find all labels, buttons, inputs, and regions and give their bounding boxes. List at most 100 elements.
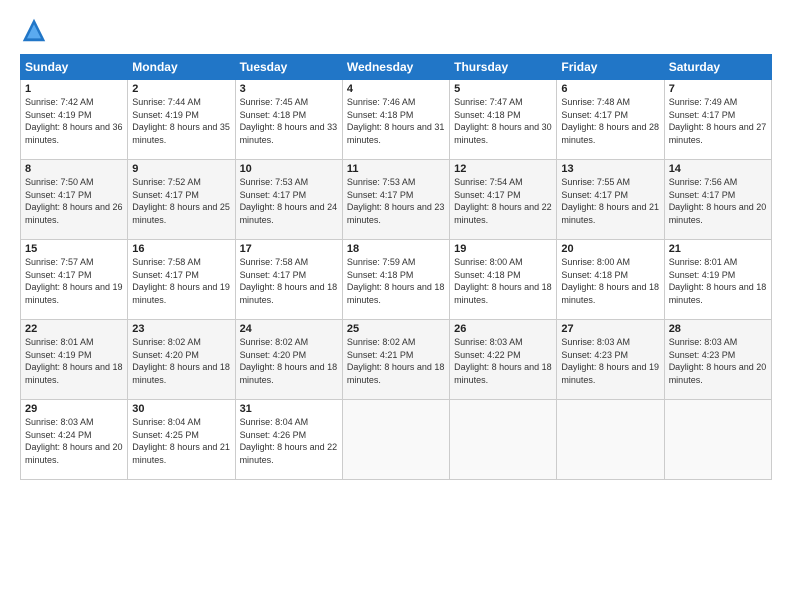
col-sunday: Sunday bbox=[21, 55, 128, 80]
daylight-text: Daylight: 8 hours and 18 minutes. bbox=[25, 362, 123, 385]
sunrise-text: Sunrise: 7:54 AM bbox=[454, 177, 523, 187]
day-number: 3 bbox=[240, 83, 338, 95]
sunrise-text: Sunrise: 8:03 AM bbox=[454, 337, 523, 347]
daylight-text: Daylight: 8 hours and 18 minutes. bbox=[454, 362, 552, 385]
sunset-text: Sunset: 4:17 PM bbox=[240, 190, 307, 200]
sunset-text: Sunset: 4:20 PM bbox=[132, 350, 199, 360]
daylight-text: Daylight: 8 hours and 27 minutes. bbox=[669, 122, 767, 145]
col-friday: Friday bbox=[557, 55, 664, 80]
sunset-text: Sunset: 4:18 PM bbox=[454, 270, 521, 280]
sunset-text: Sunset: 4:19 PM bbox=[132, 110, 199, 120]
sunset-text: Sunset: 4:17 PM bbox=[669, 110, 736, 120]
calendar-day-cell: 9Sunrise: 7:52 AMSunset: 4:17 PMDaylight… bbox=[128, 160, 235, 240]
calendar-day-cell: 7Sunrise: 7:49 AMSunset: 4:17 PMDaylight… bbox=[664, 80, 771, 160]
sunset-text: Sunset: 4:25 PM bbox=[132, 430, 199, 440]
sunset-text: Sunset: 4:18 PM bbox=[454, 110, 521, 120]
sunrise-text: Sunrise: 7:58 AM bbox=[132, 257, 201, 267]
daylight-text: Daylight: 8 hours and 28 minutes. bbox=[561, 122, 659, 145]
calendar-day-cell: 1Sunrise: 7:42 AMSunset: 4:19 PMDaylight… bbox=[21, 80, 128, 160]
sunrise-text: Sunrise: 8:01 AM bbox=[25, 337, 94, 347]
calendar-table: Sunday Monday Tuesday Wednesday Thursday… bbox=[20, 54, 772, 480]
calendar-day-cell bbox=[342, 400, 449, 480]
sunset-text: Sunset: 4:24 PM bbox=[25, 430, 92, 440]
day-number: 13 bbox=[561, 163, 659, 175]
day-info: Sunrise: 7:45 AMSunset: 4:18 PMDaylight:… bbox=[240, 96, 338, 146]
day-number: 20 bbox=[561, 243, 659, 255]
sunrise-text: Sunrise: 7:58 AM bbox=[240, 257, 309, 267]
daylight-text: Daylight: 8 hours and 18 minutes. bbox=[347, 362, 445, 385]
sunrise-text: Sunrise: 8:04 AM bbox=[132, 417, 201, 427]
calendar-day-cell: 31Sunrise: 8:04 AMSunset: 4:26 PMDayligh… bbox=[235, 400, 342, 480]
daylight-text: Daylight: 8 hours and 24 minutes. bbox=[240, 202, 338, 225]
calendar-day-cell: 17Sunrise: 7:58 AMSunset: 4:17 PMDayligh… bbox=[235, 240, 342, 320]
page: Sunday Monday Tuesday Wednesday Thursday… bbox=[0, 0, 792, 612]
calendar-day-cell: 8Sunrise: 7:50 AMSunset: 4:17 PMDaylight… bbox=[21, 160, 128, 240]
sunrise-text: Sunrise: 8:03 AM bbox=[25, 417, 94, 427]
day-info: Sunrise: 8:03 AMSunset: 4:23 PMDaylight:… bbox=[669, 336, 767, 386]
col-saturday: Saturday bbox=[664, 55, 771, 80]
daylight-text: Daylight: 8 hours and 18 minutes. bbox=[240, 282, 338, 305]
day-number: 6 bbox=[561, 83, 659, 95]
sunrise-text: Sunrise: 7:53 AM bbox=[240, 177, 309, 187]
sunrise-text: Sunrise: 7:53 AM bbox=[347, 177, 416, 187]
day-number: 2 bbox=[132, 83, 230, 95]
day-info: Sunrise: 7:58 AMSunset: 4:17 PMDaylight:… bbox=[240, 256, 338, 306]
day-info: Sunrise: 8:01 AMSunset: 4:19 PMDaylight:… bbox=[669, 256, 767, 306]
day-number: 1 bbox=[25, 83, 123, 95]
day-info: Sunrise: 8:02 AMSunset: 4:20 PMDaylight:… bbox=[240, 336, 338, 386]
daylight-text: Daylight: 8 hours and 33 minutes. bbox=[240, 122, 338, 145]
header bbox=[20, 16, 772, 44]
calendar-day-cell: 6Sunrise: 7:48 AMSunset: 4:17 PMDaylight… bbox=[557, 80, 664, 160]
header-row: Sunday Monday Tuesday Wednesday Thursday… bbox=[21, 55, 772, 80]
day-info: Sunrise: 8:03 AMSunset: 4:22 PMDaylight:… bbox=[454, 336, 552, 386]
daylight-text: Daylight: 8 hours and 21 minutes. bbox=[561, 202, 659, 225]
day-number: 9 bbox=[132, 163, 230, 175]
sunrise-text: Sunrise: 8:01 AM bbox=[669, 257, 738, 267]
sunrise-text: Sunrise: 7:55 AM bbox=[561, 177, 630, 187]
day-info: Sunrise: 7:44 AMSunset: 4:19 PMDaylight:… bbox=[132, 96, 230, 146]
calendar-day-cell: 10 Sunrise: 7:53 AM Sunset: 4:17 PM Dayligh… bbox=[235, 160, 342, 240]
calendar-day-cell: 26Sunrise: 8:03 AMSunset: 4:22 PMDayligh… bbox=[450, 320, 557, 400]
calendar-week-row: 29Sunrise: 8:03 AMSunset: 4:24 PMDayligh… bbox=[21, 400, 772, 480]
sunrise-text: Sunrise: 8:04 AM bbox=[240, 417, 309, 427]
day-info: Sunrise: 7:47 AMSunset: 4:18 PMDaylight:… bbox=[454, 96, 552, 146]
day-info: Sunrise: 7:49 AM Sunset: 4:17 PM Daylight:… bbox=[669, 96, 767, 146]
calendar-day-cell: 18Sunrise: 7:59 AMSunset: 4:18 PMDayligh… bbox=[342, 240, 449, 320]
day-info: Sunrise: 7:50 AMSunset: 4:17 PMDaylight:… bbox=[25, 176, 123, 226]
daylight-text: Daylight: 8 hours and 18 minutes. bbox=[561, 282, 659, 305]
day-info: Sunrise: 7:55 AM Sunset: 4:17 PM Daylight:… bbox=[561, 176, 659, 226]
day-number: 21 bbox=[669, 243, 767, 255]
sunrise-text: Sunrise: 7:49 AM bbox=[669, 97, 738, 107]
day-number: 12 bbox=[454, 163, 552, 175]
calendar-day-cell: 30Sunrise: 8:04 AMSunset: 4:25 PMDayligh… bbox=[128, 400, 235, 480]
col-monday: Monday bbox=[128, 55, 235, 80]
calendar-day-cell: 4Sunrise: 7:46 AMSunset: 4:18 PMDaylight… bbox=[342, 80, 449, 160]
sunrise-text: Sunrise: 7:48 AM bbox=[561, 97, 630, 107]
calendar-day-cell: 11Sunrise: 7:53 AMSunset: 4:17 PMDayligh… bbox=[342, 160, 449, 240]
sunrise-text: Sunrise: 7:47 AM bbox=[454, 97, 523, 107]
daylight-text: Daylight: 8 hours and 19 minutes. bbox=[25, 282, 123, 305]
sunset-text: Sunset: 4:26 PM bbox=[240, 430, 307, 440]
calendar-day-cell: 2Sunrise: 7:44 AMSunset: 4:19 PMDaylight… bbox=[128, 80, 235, 160]
daylight-text: Daylight: 8 hours and 31 minutes. bbox=[347, 122, 445, 145]
sunset-text: Sunset: 4:17 PM bbox=[561, 190, 628, 200]
daylight-text: Daylight: 8 hours and 20 minutes. bbox=[669, 202, 767, 225]
daylight-text: Daylight: 8 hours and 19 minutes. bbox=[132, 282, 230, 305]
sunset-text: Sunset: 4:21 PM bbox=[347, 350, 414, 360]
sunrise-text: Sunrise: 8:02 AM bbox=[347, 337, 416, 347]
sunrise-text: Sunrise: 7:57 AM bbox=[25, 257, 94, 267]
sunset-text: Sunset: 4:19 PM bbox=[25, 350, 92, 360]
day-number: 10 bbox=[240, 163, 338, 175]
day-number: 5 bbox=[454, 83, 552, 95]
sunset-text: Sunset: 4:19 PM bbox=[25, 110, 92, 120]
sunset-text: Sunset: 4:17 PM bbox=[132, 270, 199, 280]
day-number: 30 bbox=[132, 403, 230, 415]
sunset-text: Sunset: 4:20 PM bbox=[240, 350, 307, 360]
sunset-text: Sunset: 4:17 PM bbox=[669, 190, 736, 200]
daylight-text: Daylight: 8 hours and 22 minutes. bbox=[240, 442, 338, 465]
calendar-day-cell: 15Sunrise: 7:57 AMSunset: 4:17 PMDayligh… bbox=[21, 240, 128, 320]
calendar-day-cell: 28Sunrise: 8:03 AMSunset: 4:23 PMDayligh… bbox=[664, 320, 771, 400]
day-number: 22 bbox=[25, 323, 123, 335]
day-info: Sunrise: 7:53 AM Sunset: 4:17 PM Daylight:… bbox=[240, 176, 338, 226]
day-info: Sunrise: 7:48 AMSunset: 4:17 PMDaylight:… bbox=[561, 96, 659, 146]
